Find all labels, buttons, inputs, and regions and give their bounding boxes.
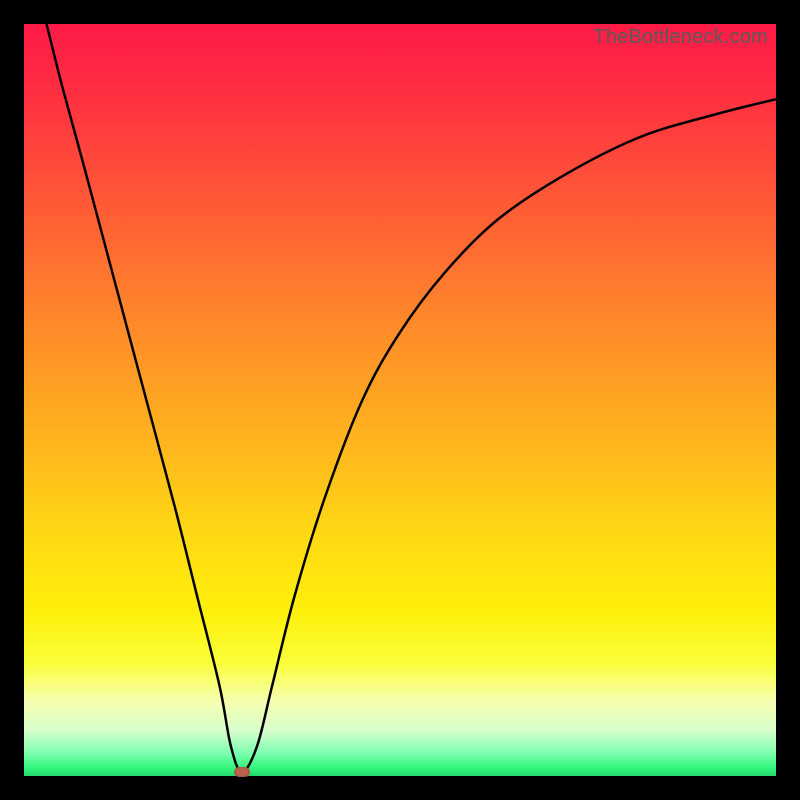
min-point-marker (234, 767, 250, 777)
chart-frame: TheBottleneck.com (0, 0, 800, 800)
plot-area: TheBottleneck.com (24, 24, 776, 776)
bottleneck-curve (24, 24, 776, 776)
curve-path (47, 24, 776, 772)
